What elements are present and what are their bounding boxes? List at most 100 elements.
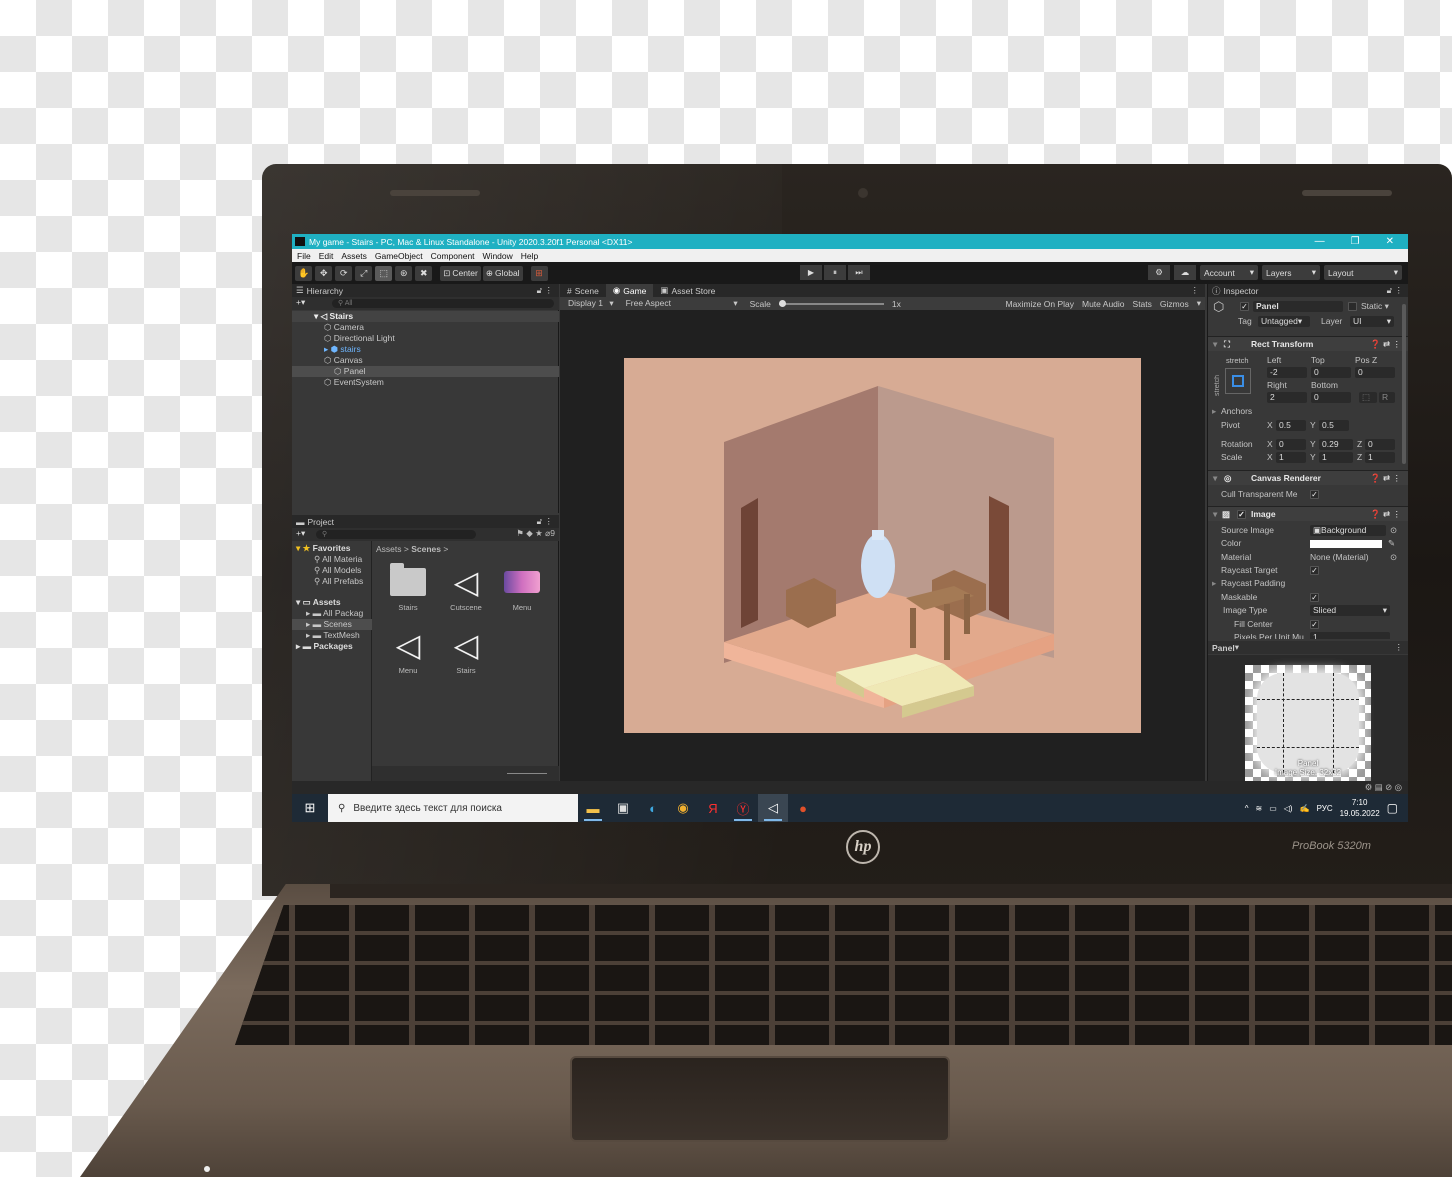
project-title[interactable]: Project — [308, 517, 334, 527]
pivot-x-field[interactable]: 0.5 — [1276, 420, 1306, 431]
hierarchy-title[interactable]: Hierarchy — [307, 286, 343, 296]
favorite-item[interactable]: ⚲ All Models — [292, 565, 372, 576]
static-checkbox[interactable] — [1348, 302, 1357, 311]
panel-menu-icon[interactable]: ⋮ — [1191, 284, 1200, 297]
tab-game[interactable]: ◉ Game — [605, 284, 654, 297]
wifi-icon[interactable]: ≋ — [1256, 804, 1263, 813]
favorite-item[interactable]: ⚲ All Materia — [292, 554, 372, 565]
asset-folder[interactable]: ▸ ▬ TextMesh — [292, 630, 372, 641]
scale-x-field[interactable]: 1 — [1276, 452, 1306, 463]
clock[interactable]: 7:10 19.05.2022 — [1340, 797, 1380, 819]
minimize-button[interactable]: — — [1315, 236, 1325, 247]
hierarchy-item[interactable]: ▸ ⬢ stairs — [292, 344, 559, 355]
eyedropper-icon[interactable]: ✎ — [1388, 537, 1395, 550]
breadcrumb-root[interactable]: Assets — [376, 544, 402, 554]
add-icon[interactable]: +▾ — [296, 528, 305, 539]
language-indicator[interactable]: РУС — [1317, 804, 1333, 813]
more-icon[interactable]: ⋮ — [1395, 642, 1404, 653]
layout-dropdown[interactable]: Layout ▾ — [1324, 265, 1402, 280]
add-icon[interactable]: +▾ — [296, 297, 305, 308]
left-field[interactable]: -2 — [1267, 367, 1307, 378]
yandex-browser-icon[interactable]: Ⓨ — [728, 794, 758, 822]
breadcrumb-current[interactable]: Scenes — [411, 544, 441, 554]
hierarchy-item[interactable]: ⬡ Directional Light — [292, 333, 559, 344]
asset-item[interactable]: ◁ Menu — [379, 628, 437, 675]
hierarchy-search-input[interactable]: ⚲ All — [332, 299, 554, 308]
hierarchy-item[interactable]: ⬡ Canvas — [292, 355, 559, 366]
maximize-button[interactable]: ❐ — [1351, 236, 1360, 247]
hand-tool-icon[interactable]: ✋ — [295, 265, 313, 281]
cloud-icon[interactable]: ☁ — [1174, 265, 1196, 280]
pen-icon[interactable]: ✍ — [1300, 804, 1310, 813]
raycast-target-checkbox[interactable]: ✓ — [1310, 566, 1319, 575]
transform-tool-icon[interactable]: ⊛ — [395, 265, 413, 281]
object-picker-icon[interactable]: ⊙ — [1390, 551, 1397, 564]
object-name-field[interactable]: Panel — [1253, 301, 1343, 312]
component-menu-icons[interactable]: ❓ ⇄ ⋮ — [1370, 471, 1401, 486]
ppu-field[interactable]: 1 — [1310, 632, 1390, 639]
asset-item[interactable]: ◁ Cutscene — [437, 565, 495, 612]
lock-icon[interactable]: 🔓︎ ⋮ — [537, 516, 553, 527]
chevron-down-icon[interactable]: ▾ — [1197, 298, 1201, 309]
inspector-title[interactable]: Inspector — [1224, 286, 1259, 296]
tab-asset-store[interactable]: ▣ Asset Store — [653, 284, 722, 297]
rotation-z-field[interactable]: 0 — [1365, 439, 1395, 450]
asset-item[interactable]: Menu — [493, 565, 551, 612]
lock-icon[interactable]: 🔓︎ ⋮ — [1387, 285, 1403, 296]
windows-start-icon[interactable]: ⊞ — [292, 794, 328, 822]
grid-snap-icon[interactable]: ⊞ — [530, 265, 548, 281]
custom-tool-icon[interactable]: ✖ — [415, 265, 433, 281]
chrome-icon[interactable]: ◉ — [668, 794, 698, 822]
rect-tool-icon[interactable]: ⬚ — [375, 265, 393, 281]
blueprint-mode-icon[interactable]: ⬚ — [1359, 392, 1377, 403]
menu-help[interactable]: Help — [521, 251, 538, 261]
display-dropdown[interactable]: Display 1 ▾ — [564, 298, 614, 309]
hierarchy-scene-row[interactable]: ▾ ◁ Stairs — [292, 311, 559, 322]
battery-icon[interactable]: ▭ — [1269, 804, 1277, 813]
cull-transparent-checkbox[interactable]: ✓ — [1310, 490, 1319, 499]
component-menu-icons[interactable]: ❓ ⇄ ⋮ — [1370, 507, 1401, 522]
asset-folder[interactable]: ▸ ▬ All Packag — [292, 608, 372, 619]
unity-taskbar-icon[interactable]: ◁ — [758, 794, 788, 822]
play-button[interactable]: ▶ — [800, 265, 822, 280]
status-icons[interactable]: ⚙ ▤ ⊘ ◎ — [1365, 782, 1402, 793]
lock-icon[interactable]: 🔓︎ ⋮ — [537, 285, 553, 296]
maximize-on-play-toggle[interactable]: Maximize On Play — [1006, 299, 1075, 309]
rotate-tool-icon[interactable]: ⟳ — [335, 265, 353, 281]
bottom-field[interactable]: 0 — [1311, 392, 1351, 403]
layer-dropdown[interactable]: UI ▾ — [1350, 316, 1394, 327]
taskbar-search-input[interactable]: ⚲ Введите здесь текст для поиска — [328, 794, 578, 822]
assets-node[interactable]: ▾ ▭ Assets — [292, 597, 372, 608]
tray-chevron-icon[interactable]: ^ — [1245, 804, 1249, 813]
preview-header[interactable]: Panel ▾ ⋮ — [1208, 641, 1408, 654]
gizmos-toggle[interactable]: Gizmos — [1160, 299, 1189, 309]
rotation-x-field[interactable]: 0 — [1276, 439, 1306, 450]
hierarchy-item[interactable]: ⬡ Camera — [292, 322, 559, 333]
menu-gameobject[interactable]: GameObject — [375, 251, 423, 261]
active-checkbox[interactable]: ✓ — [1240, 302, 1249, 311]
file-explorer-icon[interactable]: ▬ — [578, 794, 608, 822]
favorites-node[interactable]: ▾ ★ Favorites — [292, 543, 372, 554]
collab-icon[interactable]: ⚙ — [1148, 265, 1170, 280]
edge-icon[interactable]: ◐ — [638, 794, 668, 822]
layers-dropdown[interactable]: Layers ▾ — [1262, 265, 1320, 280]
canvas-renderer-header[interactable]: ▾ ◎ Canvas Renderer ❓ ⇄ ⋮ — [1208, 470, 1408, 485]
menu-component[interactable]: Component — [431, 251, 475, 261]
powerpoint-icon[interactable]: ● — [788, 794, 818, 822]
step-button[interactable]: ⏭ — [848, 265, 870, 280]
anchors-row[interactable]: ▸ Anchors — [1208, 405, 1408, 418]
store-icon[interactable]: ▣ — [608, 794, 638, 822]
hierarchy-item[interactable]: ⬡ Panel — [292, 366, 559, 377]
scale-tool-icon[interactable]: ⤢ — [355, 265, 373, 281]
object-picker-icon[interactable]: ⊙ — [1390, 524, 1397, 537]
raycast-padding-row[interactable]: ▸ Raycast Padding — [1208, 577, 1408, 590]
asset-item[interactable]: ◁ Stairs — [437, 628, 495, 675]
notifications-icon[interactable]: ▢ — [1387, 801, 1398, 815]
right-field[interactable]: 2 — [1267, 392, 1307, 403]
static-dropdown[interactable]: Static ▾ — [1361, 300, 1389, 313]
menu-assets[interactable]: Assets — [341, 251, 367, 261]
scale-z-field[interactable]: 1 — [1365, 452, 1395, 463]
project-search-input[interactable]: ⚲ — [316, 530, 476, 539]
game-viewport[interactable] — [624, 358, 1141, 733]
posz-field[interactable]: 0 — [1355, 367, 1395, 378]
